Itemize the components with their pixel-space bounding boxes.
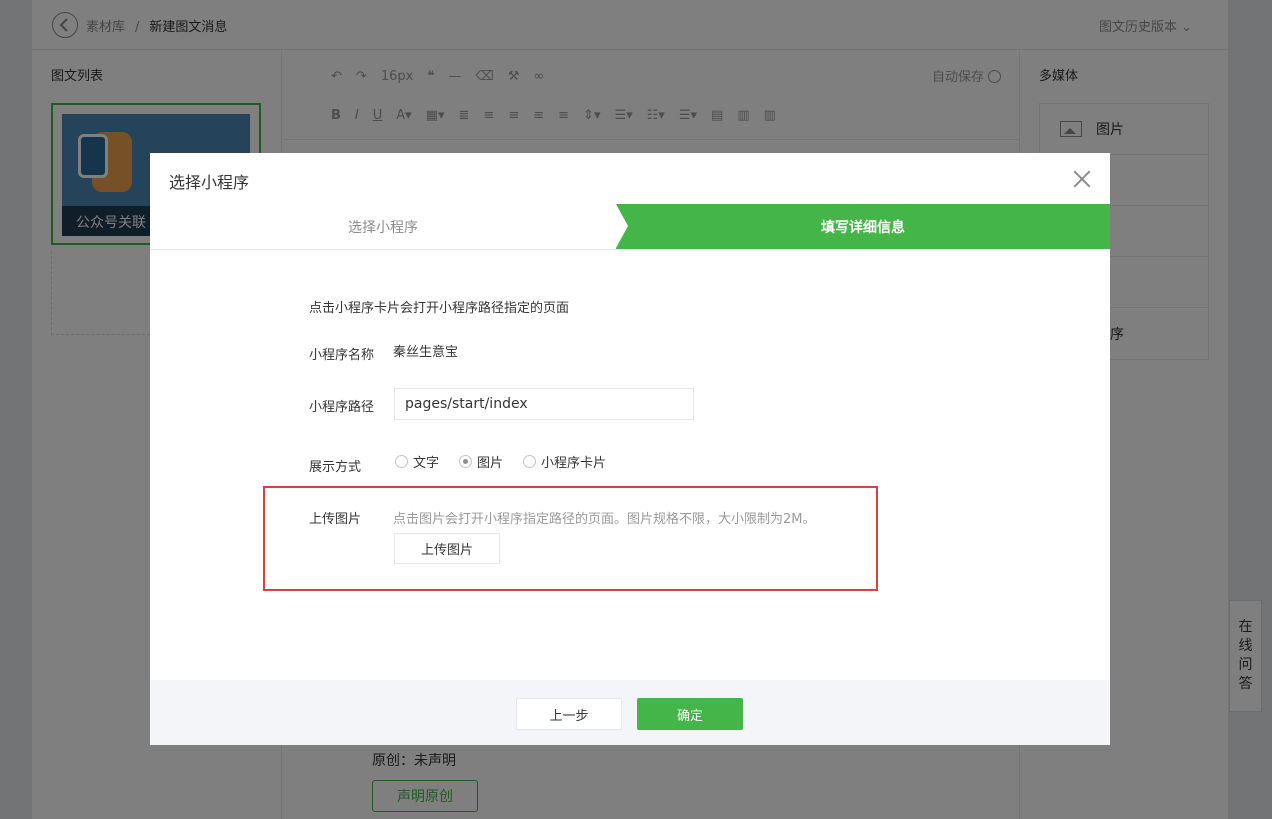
upload-label: 上传图片 <box>309 512 362 527</box>
highlight-box <box>263 486 878 591</box>
step-indicator: 选择小程序 填写详细信息 <box>150 204 1110 250</box>
radio-dot-icon <box>395 455 408 468</box>
path-label: 小程序路径 <box>309 400 375 415</box>
step-arrow-icon <box>616 204 628 248</box>
path-input[interactable] <box>394 388 694 420</box>
radio-label: 文字 <box>413 456 440 471</box>
upload-image-button[interactable]: 上传图片 <box>394 533 500 564</box>
step-fill-details: 填写详细信息 <box>616 204 1110 249</box>
step-select-miniprogram: 选择小程序 <box>150 204 616 249</box>
radio-text[interactable]: 文字 <box>395 452 439 471</box>
radio-image[interactable]: 图片 <box>459 452 503 471</box>
radio-label: 图片 <box>477 456 504 471</box>
display-radio-group: 文字 图片 小程序卡片 <box>395 452 606 471</box>
radio-label: 小程序卡片 <box>541 456 607 471</box>
upload-hint: 点击图片会打开小程序指定路径的页面。图片规格不限，大小限制为2M。 <box>393 512 816 527</box>
display-label: 展示方式 <box>309 460 362 475</box>
confirm-button[interactable]: 确定 <box>637 698 743 730</box>
miniprogram-dialog: 选择小程序 选择小程序 填写详细信息 点击小程序卡片会打开小程序路径指定的页面 … <box>150 153 1110 745</box>
radio-dot-checked-icon <box>459 455 473 468</box>
name-value: 秦丝生意宝 <box>393 345 459 360</box>
close-icon[interactable] <box>1072 169 1092 189</box>
dialog-title: 选择小程序 <box>169 173 250 192</box>
name-label: 小程序名称 <box>309 348 375 363</box>
dialog-footer: 上一步 确定 <box>150 680 1110 745</box>
radio-dot-icon <box>523 455 537 468</box>
prev-step-button[interactable]: 上一步 <box>516 698 622 730</box>
form-tip: 点击小程序卡片会打开小程序路径指定的页面 <box>309 301 570 316</box>
radio-card[interactable]: 小程序卡片 <box>523 452 606 471</box>
